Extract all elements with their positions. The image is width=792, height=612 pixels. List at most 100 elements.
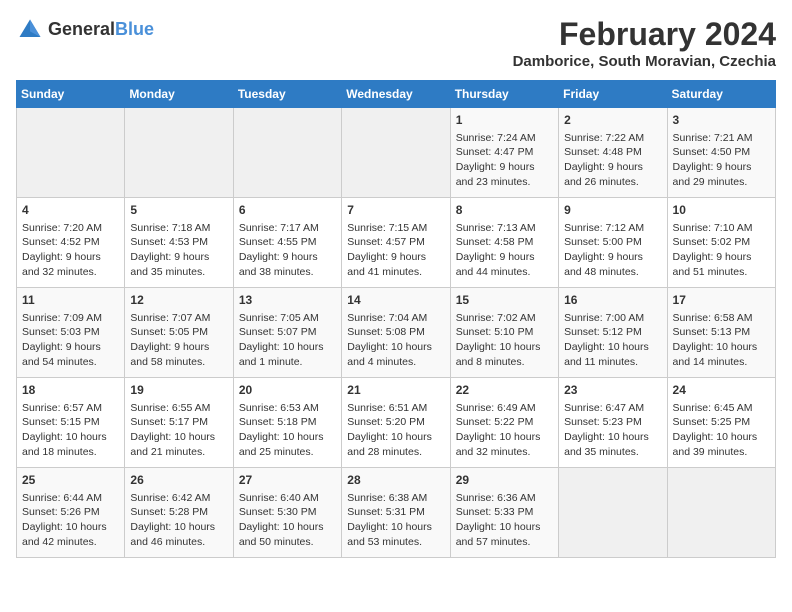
day-number: 17 <box>673 292 770 309</box>
day-content: and 35 minutes. <box>130 265 227 280</box>
day-content: Sunset: 5:00 PM <box>564 235 661 250</box>
calendar-cell: 4Sunrise: 7:20 AMSunset: 4:52 PMDaylight… <box>17 198 125 288</box>
day-content: Daylight: 9 hours <box>673 250 770 265</box>
day-content: Daylight: 9 hours <box>130 250 227 265</box>
day-content: Daylight: 10 hours <box>130 520 227 535</box>
day-content: and 53 minutes. <box>347 535 444 550</box>
day-number: 10 <box>673 202 770 219</box>
day-number: 9 <box>564 202 661 219</box>
day-content: Sunset: 4:58 PM <box>456 235 553 250</box>
calendar-cell: 8Sunrise: 7:13 AMSunset: 4:58 PMDaylight… <box>450 198 558 288</box>
day-content: Daylight: 10 hours <box>130 430 227 445</box>
day-number: 19 <box>130 382 227 399</box>
calendar-cell: 24Sunrise: 6:45 AMSunset: 5:25 PMDayligh… <box>667 378 775 468</box>
calendar-cell: 6Sunrise: 7:17 AMSunset: 4:55 PMDaylight… <box>233 198 341 288</box>
day-number: 26 <box>130 472 227 489</box>
day-content: Sunrise: 6:53 AM <box>239 401 336 416</box>
day-content: and 38 minutes. <box>239 265 336 280</box>
day-content: and 21 minutes. <box>130 445 227 460</box>
day-content: Sunrise: 7:02 AM <box>456 311 553 326</box>
day-number: 13 <box>239 292 336 309</box>
day-content: Daylight: 9 hours <box>22 340 119 355</box>
day-content: and 50 minutes. <box>239 535 336 550</box>
day-content: Daylight: 10 hours <box>239 340 336 355</box>
day-content: and 8 minutes. <box>456 355 553 370</box>
day-content: Sunrise: 6:40 AM <box>239 491 336 506</box>
day-content: and 1 minute. <box>239 355 336 370</box>
day-content: and 51 minutes. <box>673 265 770 280</box>
calendar-cell: 25Sunrise: 6:44 AMSunset: 5:26 PMDayligh… <box>17 468 125 558</box>
day-number: 2 <box>564 112 661 129</box>
day-content: and 58 minutes. <box>130 355 227 370</box>
calendar-cell: 7Sunrise: 7:15 AMSunset: 4:57 PMDaylight… <box>342 198 450 288</box>
week-row-1: 4Sunrise: 7:20 AMSunset: 4:52 PMDaylight… <box>17 198 776 288</box>
calendar-cell <box>342 108 450 198</box>
day-content: Daylight: 9 hours <box>673 160 770 175</box>
day-content: Daylight: 10 hours <box>239 520 336 535</box>
day-content: Sunrise: 6:38 AM <box>347 491 444 506</box>
day-content: and 41 minutes. <box>347 265 444 280</box>
day-content: Sunrise: 7:24 AM <box>456 131 553 146</box>
day-number: 25 <box>22 472 119 489</box>
day-content: Sunrise: 6:36 AM <box>456 491 553 506</box>
day-content: and 29 minutes. <box>673 175 770 190</box>
day-content: Sunset: 5:10 PM <box>456 325 553 340</box>
day-content: Sunset: 5:26 PM <box>22 505 119 520</box>
day-content: and 4 minutes. <box>347 355 444 370</box>
day-content: Sunrise: 6:49 AM <box>456 401 553 416</box>
week-row-0: 1Sunrise: 7:24 AMSunset: 4:47 PMDaylight… <box>17 108 776 198</box>
day-content: Daylight: 10 hours <box>673 340 770 355</box>
day-content: and 28 minutes. <box>347 445 444 460</box>
day-content: Sunrise: 7:17 AM <box>239 221 336 236</box>
day-content: and 42 minutes. <box>22 535 119 550</box>
week-row-2: 11Sunrise: 7:09 AMSunset: 5:03 PMDayligh… <box>17 288 776 378</box>
calendar-cell: 29 Sunrise: 6:36 AMSunset: 5:33 PMDayligh… <box>450 468 558 558</box>
day-content: Daylight: 10 hours <box>22 430 119 445</box>
header-monday: Monday <box>125 81 233 108</box>
calendar-cell: 9Sunrise: 7:12 AMSunset: 5:00 PMDaylight… <box>559 198 667 288</box>
day-number: 28 <box>347 472 444 489</box>
day-number: 15 <box>456 292 553 309</box>
calendar-cell: 12Sunrise: 7:07 AMSunset: 5:05 PMDayligh… <box>125 288 233 378</box>
day-content: and 39 minutes. <box>673 445 770 460</box>
day-content: Sunrise: 6:58 AM <box>673 311 770 326</box>
logo-icon <box>16 16 44 44</box>
calendar-cell: 26Sunrise: 6:42 AMSunset: 5:28 PMDayligh… <box>125 468 233 558</box>
day-content: Daylight: 10 hours <box>22 520 119 535</box>
calendar-header: SundayMondayTuesdayWednesdayThursdayFrid… <box>17 81 776 108</box>
calendar-cell: 17Sunrise: 6:58 AMSunset: 5:13 PMDayligh… <box>667 288 775 378</box>
day-content: Daylight: 9 hours <box>347 250 444 265</box>
day-content: Daylight: 9 hours <box>456 160 553 175</box>
day-content: Sunrise: 7:13 AM <box>456 221 553 236</box>
day-number: 20 <box>239 382 336 399</box>
day-content: Sunrise: 7:10 AM <box>673 221 770 236</box>
subtitle: Damborice, South Moravian, Czechia <box>513 53 776 70</box>
header: GeneralBlue February 2024 Damborice, Sou… <box>16 16 776 70</box>
day-content: Daylight: 10 hours <box>456 520 553 535</box>
day-content: Daylight: 10 hours <box>564 430 661 445</box>
day-content: and 44 minutes. <box>456 265 553 280</box>
calendar-cell: 20Sunrise: 6:53 AMSunset: 5:18 PMDayligh… <box>233 378 341 468</box>
day-number: 5 <box>130 202 227 219</box>
day-content: Sunset: 4:57 PM <box>347 235 444 250</box>
day-content: Sunset: 5:20 PM <box>347 415 444 430</box>
day-content: Sunrise: 7:00 AM <box>564 311 661 326</box>
day-content: and 14 minutes. <box>673 355 770 370</box>
day-content: Sunrise: 6:57 AM <box>22 401 119 416</box>
header-thursday: Thursday <box>450 81 558 108</box>
day-number: 1 <box>456 112 553 129</box>
calendar-cell <box>17 108 125 198</box>
day-content: Daylight: 9 hours <box>239 250 336 265</box>
day-number: 29 <box>456 472 553 489</box>
day-content: and 57 minutes. <box>456 535 553 550</box>
day-content: Sunrise: 7:09 AM <box>22 311 119 326</box>
day-number: 18 <box>22 382 119 399</box>
day-content: Sunset: 5:33 PM <box>456 505 553 520</box>
day-content: Sunrise: 7:20 AM <box>22 221 119 236</box>
day-content: Sunrise: 7:07 AM <box>130 311 227 326</box>
day-content: Sunset: 5:25 PM <box>673 415 770 430</box>
day-content: Sunrise: 6:55 AM <box>130 401 227 416</box>
calendar-cell: 14Sunrise: 7:04 AMSunset: 5:08 PMDayligh… <box>342 288 450 378</box>
calendar-cell <box>125 108 233 198</box>
logo-text: GeneralBlue <box>48 20 154 40</box>
